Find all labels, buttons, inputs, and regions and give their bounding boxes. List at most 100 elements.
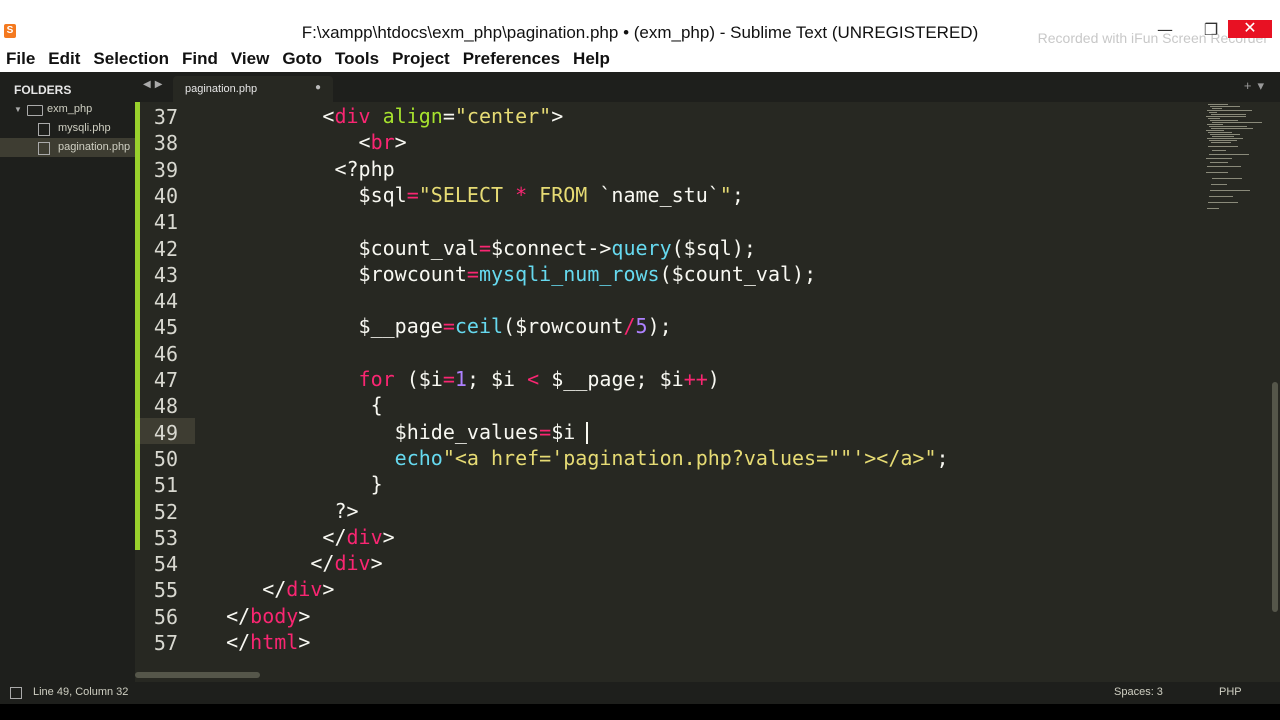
line-number: 50 <box>153 446 178 471</box>
line-number: 39 <box>153 157 178 182</box>
line-number: 51 <box>153 473 178 498</box>
minimap-line <box>1206 172 1228 173</box>
code-line: } <box>202 472 383 497</box>
code-line: </html> <box>202 630 311 654</box>
minimap-line <box>1207 208 1219 209</box>
minimap-line <box>1209 196 1233 197</box>
close-button[interactable]: ✕ <box>1228 20 1272 38</box>
menu-project[interactable]: Project <box>386 46 457 72</box>
line-number: 52 <box>153 499 178 524</box>
minimap-line <box>1210 190 1250 191</box>
tab-label: pagination.php <box>185 83 258 95</box>
file-label: pagination.php <box>58 141 131 153</box>
indentation-setting[interactable]: Spaces: 3 <box>1114 686 1163 698</box>
menu-goto[interactable]: Goto <box>276 46 329 72</box>
minimap-line <box>1208 202 1238 203</box>
minimap-line <box>1212 150 1226 151</box>
code-line: <br> <box>202 130 407 155</box>
minimap-line <box>1210 134 1240 135</box>
minimap-line <box>1210 106 1240 107</box>
minimap-line <box>1212 178 1242 179</box>
line-number: 40 <box>153 183 178 208</box>
code-line: </div> <box>202 551 383 576</box>
code-line: <?php <box>202 156 395 181</box>
code-line: $sql="SELECT * FROM `name_stu`"; <box>202 182 744 207</box>
line-number: 55 <box>153 578 178 603</box>
minimap-line <box>1210 120 1238 121</box>
line-number: 56 <box>153 604 178 629</box>
minimap-line <box>1206 130 1224 131</box>
title-bar: S F:\xampp\htdocs\exm_php\pagination.php… <box>0 0 1280 46</box>
line-number: 38 <box>153 131 178 156</box>
minimap-line <box>1209 112 1217 113</box>
tab-overflow-icon[interactable]: +▾ <box>1244 78 1270 94</box>
tab-pagination-php[interactable]: pagination.php ● <box>173 76 333 102</box>
line-number: 48 <box>153 394 178 419</box>
unsaved-dot-icon[interactable]: ● <box>315 82 321 93</box>
code-line: echo"<a href='pagination.php?values=""'>… <box>394 445 949 470</box>
cursor-position: Line 49, Column 32 <box>33 686 129 698</box>
menu-help[interactable]: Help <box>567 46 617 72</box>
line-number: 44 <box>153 289 178 314</box>
panel-toggle-icon[interactable] <box>10 687 22 699</box>
minimap-line <box>1209 140 1237 141</box>
syntax-selector[interactable]: PHP <box>1219 686 1242 698</box>
minimap-line <box>1208 104 1228 105</box>
text-cursor <box>586 422 588 444</box>
code-line: $count_val=$connect->query($sql); <box>202 235 756 260</box>
minimap-line <box>1210 162 1228 163</box>
status-bar: Line 49, Column 32 Spaces: 3 PHP <box>0 682 1280 704</box>
sidebar-file-pagination[interactable]: pagination.php <box>0 138 135 157</box>
menu-tools[interactable]: Tools <box>329 46 386 72</box>
minimap-line <box>1211 114 1246 115</box>
minimap-line <box>1206 116 1246 117</box>
menu-preferences[interactable]: Preferences <box>457 46 567 72</box>
code-line: $__page=ceil($rowcount/5); <box>202 314 672 339</box>
minimap-line <box>1211 142 1231 143</box>
sidebar: FOLDERS ▼ exm_php mysqli.php pagination.… <box>0 72 135 682</box>
minimap-line <box>1207 110 1252 111</box>
folder-expand-icon[interactable]: ▼ <box>14 100 22 119</box>
code-line: </div> <box>202 577 335 602</box>
minimap-line <box>1212 122 1262 123</box>
line-number: 57 <box>153 631 178 655</box>
minimap-line <box>1207 124 1223 125</box>
file-icon <box>38 123 50 136</box>
minimap-line <box>1207 138 1243 139</box>
code-line: </div> <box>202 524 395 549</box>
minimap-line <box>1211 184 1227 185</box>
line-number: 47 <box>153 368 178 392</box>
code-editor[interactable]: 37 38 39 40 41 42 43 44 45 46 47 48 49 5… <box>135 102 1280 682</box>
code-line: { <box>202 393 383 418</box>
minimap-line <box>1206 158 1232 159</box>
line-number: 37 <box>153 105 178 129</box>
line-number: 45 <box>153 315 178 340</box>
minimize-button[interactable]: — <box>1150 22 1180 38</box>
line-number: 41 <box>153 210 178 235</box>
code-line: $hide_values=$i <box>202 419 588 444</box>
menu-file[interactable]: File <box>0 46 42 72</box>
minimap-line <box>1209 154 1249 155</box>
horizontal-scrollbar[interactable] <box>135 672 260 678</box>
minimap-line <box>1207 166 1241 167</box>
tab-nav-arrows-icon[interactable]: ◀▶ <box>143 79 166 90</box>
menu-bar: File Edit Selection Find View Goto Tools… <box>0 46 1280 72</box>
folder-label: exm_php <box>47 103 93 115</box>
file-icon <box>38 142 50 155</box>
menu-edit[interactable]: Edit <box>42 46 87 72</box>
minimap-line <box>1212 136 1234 137</box>
sidebar-file-mysqli[interactable]: mysqli.php <box>0 119 135 138</box>
minimap-line <box>1208 132 1232 133</box>
line-number-current: 49 <box>153 420 178 445</box>
line-number: 43 <box>153 262 178 287</box>
menu-find[interactable]: Find <box>176 46 225 72</box>
menu-selection[interactable]: Selection <box>87 46 176 72</box>
vertical-scrollbar[interactable] <box>1272 382 1278 612</box>
sidebar-folder-exm-php[interactable]: ▼ exm_php <box>0 100 135 119</box>
line-number: 54 <box>153 552 178 577</box>
maximize-button[interactable]: ❐ <box>1196 22 1226 38</box>
tab-bar: ◀▶ pagination.php ● +▾ <box>135 72 1280 102</box>
minimap[interactable] <box>1198 102 1268 222</box>
menu-view[interactable]: View <box>225 46 276 72</box>
minimap-line <box>1211 128 1253 129</box>
